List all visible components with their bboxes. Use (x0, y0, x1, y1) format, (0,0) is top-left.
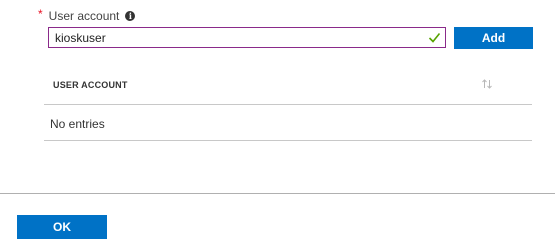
sort-arrows-icon[interactable] (481, 78, 493, 90)
table-header-row: USER ACCOUNT (44, 70, 532, 105)
info-icon[interactable]: i (125, 11, 136, 21)
user-account-label-row: * User account i (38, 7, 136, 23)
ok-button[interactable]: OK (17, 215, 107, 239)
column-header-user-account[interactable]: USER ACCOUNT (53, 80, 128, 90)
empty-state-text: No entries (50, 117, 105, 131)
footer-divider (0, 193, 555, 194)
user-account-label: User account (48, 9, 120, 23)
table-empty-row: No entries (44, 105, 532, 141)
checkmark-icon (428, 32, 441, 43)
add-button[interactable]: Add (454, 27, 533, 49)
user-account-input[interactable] (49, 28, 445, 47)
user-account-field-wrapper (48, 27, 446, 48)
required-marker: * (38, 7, 43, 21)
